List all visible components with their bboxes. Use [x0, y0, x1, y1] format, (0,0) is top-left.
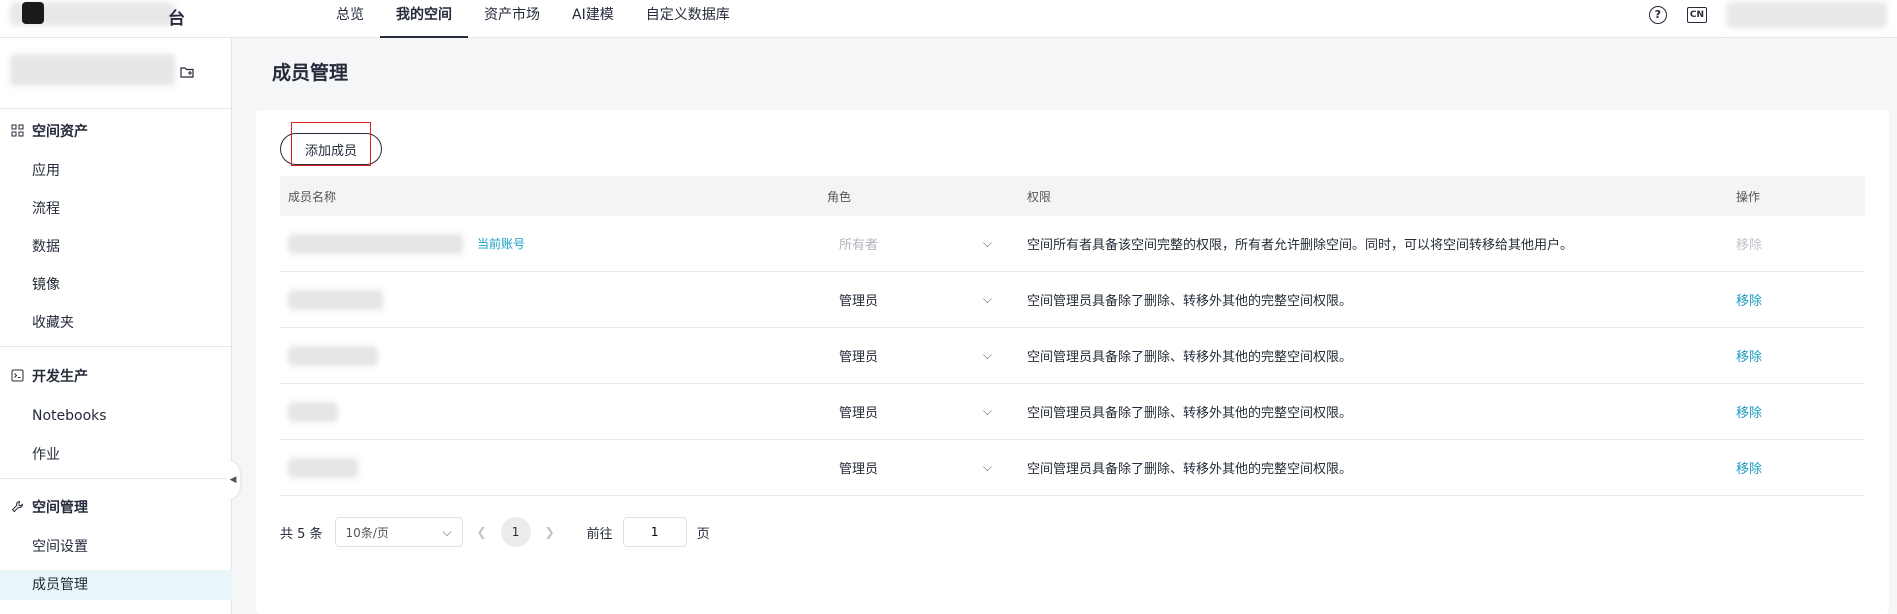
group-title: 空间管理: [32, 500, 88, 516]
sidebar-item-flows[interactable]: 流程: [0, 194, 232, 224]
permission-text: 空间管理员具备除了删除、转移外其他的完整空间权限。: [1027, 462, 1353, 477]
help-icon[interactable]: ?: [1648, 6, 1667, 24]
group-dev-production[interactable]: 开发生产: [10, 366, 88, 386]
current-account-tag: 当前账号: [477, 237, 526, 251]
top-right-tools: ? CN: [1648, 0, 1897, 30]
sidebar-collapse-button[interactable]: ◀: [226, 460, 240, 500]
table-row: 管理员 ⌵ 空间管理员具备除了删除、转移外其他的完整空间权限。 移除: [280, 272, 1865, 328]
next-page-icon[interactable]: ❯: [545, 525, 555, 539]
prev-page-icon[interactable]: ❮: [477, 525, 487, 539]
member-name-blurred: [288, 401, 338, 422]
top-bar: 台 总览 我的空间 资产市场 AI建模 自定义数据库 ? CN: [0, 0, 1897, 38]
page-title: 成员管理: [272, 62, 349, 84]
goto-page-input[interactable]: [622, 517, 687, 547]
user-account-blurred[interactable]: [1727, 2, 1887, 28]
col-permission: 权限: [1027, 189, 1052, 204]
table-row: 管理员 ⌵ 空间管理员具备除了删除、转移外其他的完整空间权限。 移除: [280, 328, 1865, 384]
sidebar-divider: [0, 478, 232, 479]
remove-button[interactable]: 移除: [1736, 462, 1762, 477]
member-name-blurred: [288, 289, 383, 310]
sidebar-item-notebooks[interactable]: Notebooks: [0, 401, 232, 431]
nav-overview[interactable]: 总览: [320, 0, 380, 38]
remove-button[interactable]: 移除: [1736, 294, 1762, 309]
chevron-down-icon: ⌵: [982, 292, 992, 306]
role-select[interactable]: 管理员 ⌵: [827, 346, 992, 365]
sidebar-item-data[interactable]: 数据: [0, 232, 232, 262]
member-name-blurred: [288, 233, 463, 254]
members-table: 成员名称 角色 权限 操作 当前账号 所有者 ⌵ 空间所有者具备该空间完整的权限…: [280, 176, 1865, 496]
group-title: 开发生产: [32, 369, 88, 385]
chevron-down-icon: ⌵: [982, 236, 992, 250]
brand-name: 台: [168, 9, 185, 29]
remove-button: 移除: [1736, 238, 1763, 253]
role-select[interactable]: 管理员 ⌵: [827, 458, 992, 477]
sidebar-item-apps[interactable]: 应用: [0, 156, 232, 186]
group-space-assets[interactable]: 空间资产: [10, 121, 88, 141]
permission-text: 空间所有者具备该空间完整的权限，所有者允许删除空间。同时，可以将空间转移给其他用…: [1027, 238, 1574, 253]
role-select[interactable]: 管理员 ⌵: [827, 290, 992, 309]
goto-label: 前往: [586, 526, 613, 542]
remove-button[interactable]: 移除: [1736, 406, 1762, 421]
member-name-blurred: [288, 457, 358, 478]
add-member-button[interactable]: 添加成员: [280, 133, 382, 165]
folder-switch-icon[interactable]: [180, 66, 194, 82]
chevron-down-icon: ⌵: [442, 524, 452, 539]
table-row: 管理员 ⌵ 空间管理员具备除了删除、转移外其他的完整空间权限。 移除: [280, 440, 1865, 496]
chevron-down-icon: ⌵: [982, 348, 992, 362]
role-select: 所有者 ⌵: [839, 236, 992, 253]
permission-text: 空间管理员具备除了删除、转移外其他的完整空间权限。: [1027, 294, 1353, 309]
col-member-name: 成员名称: [288, 189, 337, 204]
nav-my-space[interactable]: 我的空间: [380, 0, 468, 38]
table-row: 当前账号 所有者 ⌵ 空间所有者具备该空间完整的权限，所有者允许删除空间。同时，…: [280, 216, 1865, 272]
nav-custom-database[interactable]: 自定义数据库: [630, 0, 746, 38]
platform-logo: [22, 2, 44, 24]
permission-text: 空间管理员具备除了删除、转移外其他的完整空间权限。: [1027, 406, 1353, 421]
role-select[interactable]: 管理员 ⌵: [827, 402, 992, 421]
nav-ai-modeling[interactable]: AI建模: [556, 0, 630, 38]
sidebar-item-space-settings[interactable]: 空间设置: [0, 532, 232, 562]
group-space-management[interactable]: 空间管理: [10, 497, 88, 517]
col-actions: 操作: [1736, 189, 1761, 204]
table-header: 成员名称 角色 权限 操作: [280, 176, 1865, 216]
permission-text: 空间管理员具备除了删除、转移外其他的完整空间权限。: [1027, 350, 1353, 365]
sidebar-item-member-management[interactable]: 成员管理: [0, 570, 232, 600]
group-title: 空间资产: [32, 124, 88, 140]
wrench-icon: [10, 500, 24, 514]
sidebar-item-jobs[interactable]: 作业: [0, 440, 232, 470]
total-count: 共 5 条: [280, 526, 323, 542]
sidebar-item-favorites[interactable]: 收藏夹: [0, 308, 232, 338]
chevron-down-icon: ⌵: [982, 404, 992, 418]
terminal-icon: [10, 369, 24, 383]
table-row: 管理员 ⌵ 空间管理员具备除了删除、转移外其他的完整空间权限。 移除: [280, 384, 1865, 440]
member-name-blurred: [288, 345, 378, 366]
main-nav: 总览 我的空间 资产市场 AI建模 自定义数据库: [320, 0, 746, 38]
sidebar-divider: [0, 108, 232, 109]
page-size-select[interactable]: 10条/页 ⌵: [334, 517, 463, 547]
language-switch[interactable]: CN: [1686, 7, 1707, 23]
remove-button[interactable]: 移除: [1736, 350, 1762, 365]
pagination: 共 5 条 10条/页 ⌵ ❮ 1 ❯ 前往 页: [280, 517, 710, 547]
sidebar-item-images[interactable]: 镜像: [0, 270, 232, 300]
col-role: 角色: [827, 189, 852, 204]
page-number[interactable]: 1: [500, 517, 531, 547]
nav-asset-market[interactable]: 资产市场: [468, 0, 556, 38]
sidebar-divider: [0, 346, 232, 347]
members-card: 添加成员 成员名称 角色 权限 操作 当前账号 所有者 ⌵ 空间所有者具备该空间…: [256, 110, 1889, 614]
sidebar: 空间资产 应用 流程 数据 镜像 收藏夹 开发生产 Notebooks 作业 空…: [0, 38, 232, 614]
chevron-down-icon: ⌵: [982, 460, 992, 474]
space-name-blurred: [10, 54, 175, 86]
grid-icon: [10, 124, 24, 138]
page-suffix: 页: [696, 526, 710, 542]
